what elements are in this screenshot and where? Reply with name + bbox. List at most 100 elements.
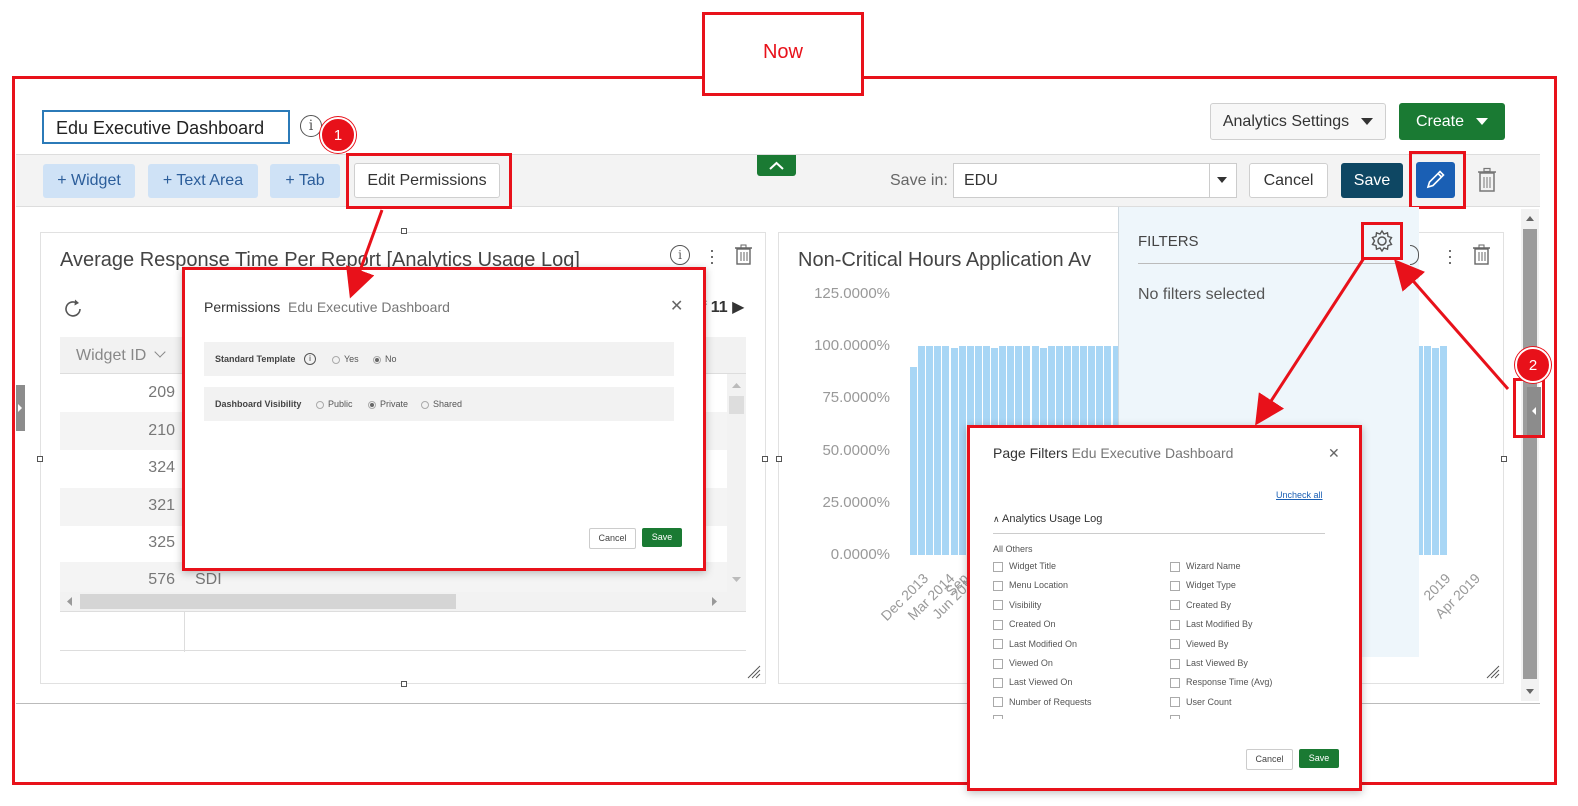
- now-label: Now: [762, 41, 803, 63]
- chart-bar[interactable]: [926, 346, 934, 555]
- page-scrollbar[interactable]: [1521, 209, 1539, 701]
- pager-text[interactable]: f 11 ▶: [701, 297, 744, 317]
- trash-icon[interactable]: [734, 244, 754, 266]
- resize-handle[interactable]: [37, 456, 43, 462]
- filter-checkbox-right[interactable]: Wizard Name: [1170, 561, 1241, 572]
- chart-bar[interactable]: [918, 346, 926, 555]
- close-icon[interactable]: ✕: [670, 296, 683, 316]
- uncheck-all-link[interactable]: Uncheck all: [1276, 490, 1323, 500]
- page-filters-cancel-button[interactable]: Cancel: [1246, 749, 1293, 770]
- panel-toggle-highlight: [1513, 378, 1545, 438]
- add-widget-button[interactable]: + Widget: [43, 164, 135, 198]
- shared-radio[interactable]: Shared: [421, 399, 462, 409]
- checkbox-icon[interactable]: [993, 639, 1003, 650]
- grid-vscroll[interactable]: [727, 374, 746, 592]
- left-panel-toggle[interactable]: [16, 385, 25, 431]
- resize-handle[interactable]: [762, 456, 768, 462]
- filter-checkbox-right[interactable]: Last Modified By: [1170, 619, 1253, 630]
- chart-bar[interactable]: [910, 367, 917, 555]
- section-header[interactable]: ∧ Analytics Usage Log: [993, 513, 1325, 534]
- filter-checkbox-left[interactable]: Last Viewed On: [993, 677, 1072, 689]
- checkbox-icon[interactable]: [1170, 619, 1180, 630]
- resize-handle[interactable]: [776, 456, 782, 462]
- grid-footer: [60, 611, 746, 652]
- save-button[interactable]: Save: [1341, 163, 1403, 198]
- checkbox-icon[interactable]: [1170, 600, 1180, 611]
- column-header-widget-id[interactable]: Widget ID: [76, 346, 166, 365]
- filter-checkbox-left[interactable]: Created On: [993, 619, 1056, 630]
- grid-hscroll[interactable]: [60, 592, 746, 611]
- filter-checkbox-left[interactable]: Visibility: [993, 600, 1041, 611]
- public-radio[interactable]: Public: [316, 399, 353, 409]
- filter-checkbox-right[interactable]: Viewed By: [1170, 639, 1228, 650]
- permissions-save-button[interactable]: Save: [642, 528, 682, 547]
- info-icon[interactable]: i: [300, 115, 322, 137]
- page-filters-save-button[interactable]: Save: [1299, 749, 1339, 768]
- filter-checkbox-right[interactable]: Last Viewed By: [1170, 658, 1248, 669]
- no-radio[interactable]: No: [373, 354, 397, 364]
- widget-id-cell: 576: [148, 571, 175, 588]
- chart-bar[interactable]: [1440, 346, 1448, 555]
- checkbox-icon[interactable]: [993, 658, 1003, 669]
- chart-bar[interactable]: [934, 346, 942, 555]
- filter-checkbox-left[interactable]: Number of Requests: [993, 697, 1092, 708]
- grid-hscroll-thumb[interactable]: [80, 594, 456, 609]
- checkbox-icon[interactable]: [1170, 678, 1180, 689]
- chart-bar[interactable]: [942, 346, 950, 555]
- cancel-button[interactable]: Cancel: [1249, 163, 1328, 198]
- filter-checkbox-right[interactable]: Created By: [1170, 600, 1231, 611]
- resize-handle[interactable]: [401, 228, 407, 234]
- analytics-settings-label: Analytics Settings: [1222, 112, 1350, 130]
- delete-dashboard-button[interactable]: [1476, 167, 1498, 193]
- close-icon[interactable]: ✕: [1328, 445, 1340, 462]
- add-text-area-button[interactable]: + Text Area: [148, 164, 258, 198]
- trash-icon[interactable]: [1472, 244, 1492, 266]
- private-radio[interactable]: Private: [368, 399, 408, 409]
- grid-vscroll-thumb[interactable]: [729, 396, 744, 414]
- checkbox-icon[interactable]: [993, 600, 1003, 611]
- refresh-icon[interactable]: [63, 298, 85, 320]
- checkbox-icon[interactable]: [1170, 561, 1180, 572]
- resize-handle[interactable]: [401, 681, 407, 687]
- info-icon[interactable]: i: [670, 245, 690, 265]
- checkbox-icon[interactable]: [993, 678, 1003, 689]
- checkbox-icon[interactable]: [1170, 697, 1180, 708]
- filter-checkbox-left[interactable]: Widget Title: [993, 561, 1056, 572]
- more-vertical-icon[interactable]: · · ·: [1447, 241, 1453, 271]
- collapse-toolbar-button[interactable]: [757, 155, 796, 176]
- chart-bar[interactable]: [950, 348, 958, 555]
- callout-2: 2: [1515, 347, 1551, 383]
- add-tab-button[interactable]: + Tab: [270, 164, 340, 198]
- checkbox-icon[interactable]: [993, 581, 1003, 592]
- filter-checkbox-left[interactable]: Menu Location: [993, 580, 1068, 592]
- checkbox-icon[interactable]: [1170, 581, 1180, 592]
- filter-checkbox-left[interactable]: Last Modified On: [993, 639, 1077, 650]
- permissions-cancel-button[interactable]: Cancel: [589, 528, 636, 549]
- scrollbar-thumb[interactable]: [1523, 229, 1537, 679]
- more-vertical-icon[interactable]: · · ·: [709, 241, 715, 271]
- yes-radio[interactable]: Yes: [332, 354, 359, 364]
- y-tick-label: 125.0000%: [814, 285, 890, 302]
- filter-checkbox-right[interactable]: Response Time (Avg): [1170, 677, 1272, 689]
- analytics-settings-button[interactable]: Analytics Settings: [1210, 103, 1386, 140]
- resize-handle-icon[interactable]: [746, 664, 762, 680]
- resize-handle-icon[interactable]: [1485, 664, 1501, 680]
- dashboard-name-input[interactable]: Edu Executive Dashboard: [42, 110, 290, 144]
- filters-heading: FILTERS: [1138, 233, 1199, 250]
- create-button[interactable]: Create: [1399, 103, 1505, 140]
- filter-checkbox-right[interactable]: User Count: [1170, 697, 1232, 708]
- widget-id-cell: 209: [148, 384, 175, 401]
- checkbox-icon[interactable]: [1170, 658, 1180, 669]
- filter-checkbox-left[interactable]: Viewed On: [993, 658, 1053, 669]
- checkbox-icon[interactable]: [993, 619, 1003, 630]
- filter-checkbox-right[interactable]: Widget Type: [1170, 580, 1236, 592]
- chart-bar[interactable]: [1424, 346, 1432, 555]
- chart-bar[interactable]: [1432, 348, 1440, 555]
- dashboard-name-text: Edu Executive Dashboard: [56, 118, 265, 138]
- checkbox-icon[interactable]: [993, 697, 1003, 708]
- info-icon[interactable]: i: [304, 353, 316, 365]
- chart-bar[interactable]: [958, 346, 966, 555]
- checkbox-icon[interactable]: [993, 561, 1003, 572]
- save-in-select[interactable]: EDU: [953, 163, 1237, 198]
- checkbox-icon[interactable]: [1170, 639, 1180, 650]
